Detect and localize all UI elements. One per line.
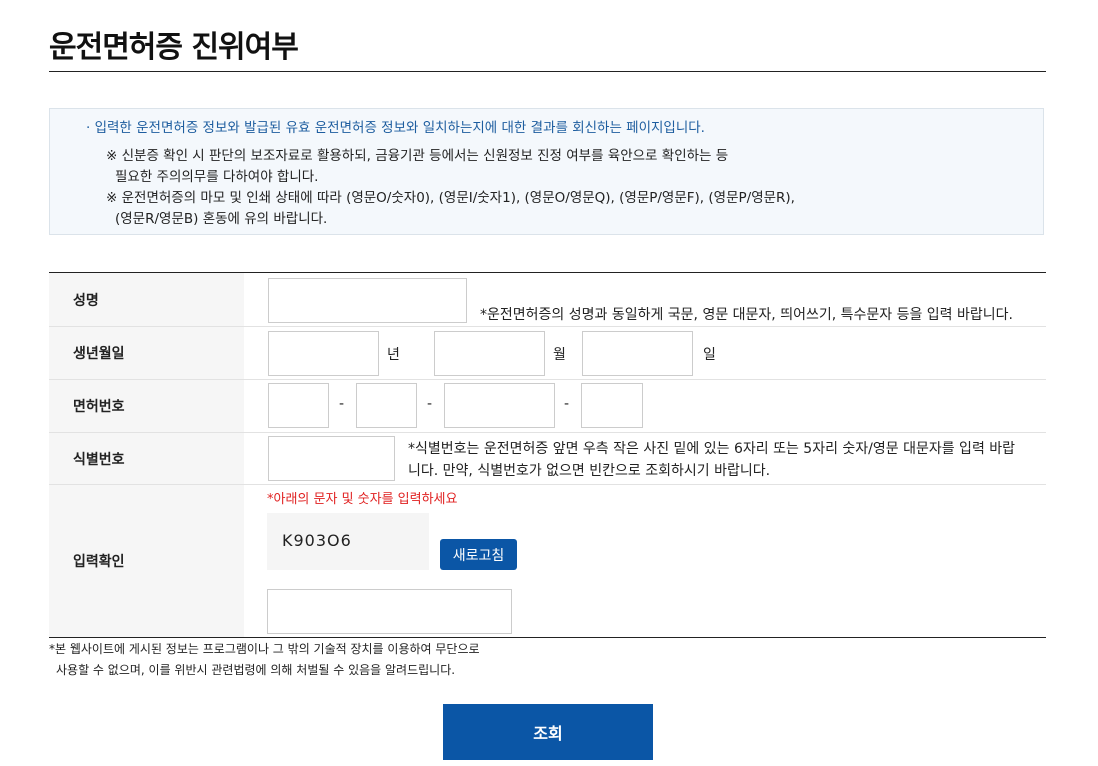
captcha-code: K903O6	[282, 531, 352, 550]
name-input[interactable]	[268, 278, 467, 323]
birth-day-unit: 일	[703, 347, 716, 363]
submit-button[interactable]: 조회	[443, 704, 653, 760]
birth-month-input[interactable]	[434, 331, 545, 376]
license-row: 면허번호 - - -	[49, 380, 1046, 433]
serial-hint-line: *식별번호는 운전면허증 앞면 우측 작은 사진 밑에 있는 6자리 또는 5자…	[408, 441, 1016, 457]
notice-line: 필요한 주의의무를 다하여야 합니다.	[115, 169, 319, 185]
serial-input[interactable]	[268, 436, 395, 481]
birth-row: 생년월일 년 월 일	[49, 327, 1046, 380]
page-title: 운전면허증 진위여부	[49, 30, 299, 65]
disclaimer-line: 사용할 수 없으며, 이를 위반시 관련법령에 의해 처벌될 수 있음을 알려드…	[56, 663, 456, 677]
license-label-cell: 면허번호	[49, 380, 244, 432]
birth-year-input[interactable]	[268, 331, 379, 376]
birth-month-unit: 월	[553, 347, 566, 363]
birth-year-unit: 년	[387, 347, 400, 363]
license-separator: -	[427, 396, 433, 412]
refresh-button[interactable]: 새로고침	[440, 539, 517, 570]
license-part-4-input[interactable]	[581, 383, 643, 428]
serial-label: 식별번호	[73, 451, 125, 468]
serial-hint: *식별번호는 운전면허증 앞면 우측 작은 사진 밑에 있는 6자리 또는 5자…	[408, 438, 1033, 482]
form-bottom-divider	[49, 637, 1046, 638]
license-label: 면허번호	[73, 399, 125, 415]
captcha-image: K903O6	[267, 513, 429, 570]
notice-line: ※ 운전면허증의 마모 및 인쇄 상태에 따라 (영문O/숫자0), (영문I/…	[106, 190, 795, 206]
serial-row: 식별번호 *식별번호는 운전면허증 앞면 우측 작은 사진 밑에 있는 6자리 …	[49, 433, 1046, 485]
name-label-cell: 성명	[49, 273, 244, 326]
license-part-3-input[interactable]	[444, 383, 555, 428]
captcha-instruction: *아래의 문자 및 숫자를 입력하세요	[267, 492, 458, 507]
notice-box: · 입력한 운전면허증 정보와 발급된 유효 운전면허증 정보와 일치하는지에 …	[49, 108, 1044, 235]
birth-label: 생년월일	[73, 346, 125, 362]
notice-lead: · 입력한 운전면허증 정보와 발급된 유효 운전면허증 정보와 일치하는지에 …	[86, 120, 705, 136]
notice-line: (영문R/영문B) 혼동에 유의 바랍니다.	[115, 211, 328, 227]
captcha-row: 입력확인 *아래의 문자 및 숫자를 입력하세요 K903O6 새로고침	[49, 485, 1046, 637]
birth-day-input[interactable]	[582, 331, 693, 376]
serial-label-cell: 식별번호	[49, 433, 244, 484]
name-hint: *운전면허증의 성명과 동일하게 국문, 영문 대문자, 띄어쓰기, 특수문자 …	[480, 307, 1013, 323]
birth-label-cell: 생년월일	[49, 327, 244, 379]
name-row: 성명 *운전면허증의 성명과 동일하게 국문, 영문 대문자, 띄어쓰기, 특수…	[49, 273, 1046, 327]
license-part-2-input[interactable]	[356, 383, 417, 428]
captcha-label-cell: 입력확인	[49, 485, 244, 637]
captcha-input[interactable]	[267, 589, 512, 634]
captcha-label: 입력확인	[73, 554, 125, 570]
license-separator: -	[339, 396, 345, 412]
title-divider	[49, 71, 1046, 72]
serial-hint-line: 니다. 만약, 식별번호가 없으면 빈칸으로 조회하시기 바랍니다.	[408, 463, 771, 479]
name-label: 성명	[73, 292, 99, 309]
notice-line: ※ 신분증 확인 시 판단의 보조자료로 활용하되, 금융기관 등에서는 신원정…	[106, 148, 729, 164]
license-part-1-input[interactable]	[268, 383, 329, 428]
disclaimer: *본 웹사이트에 게시된 정보는 프로그램이나 그 밖의 기술적 장치를 이용하…	[49, 639, 480, 681]
license-separator: -	[564, 396, 570, 412]
disclaimer-line: *본 웹사이트에 게시된 정보는 프로그램이나 그 밖의 기술적 장치를 이용하…	[49, 642, 480, 656]
